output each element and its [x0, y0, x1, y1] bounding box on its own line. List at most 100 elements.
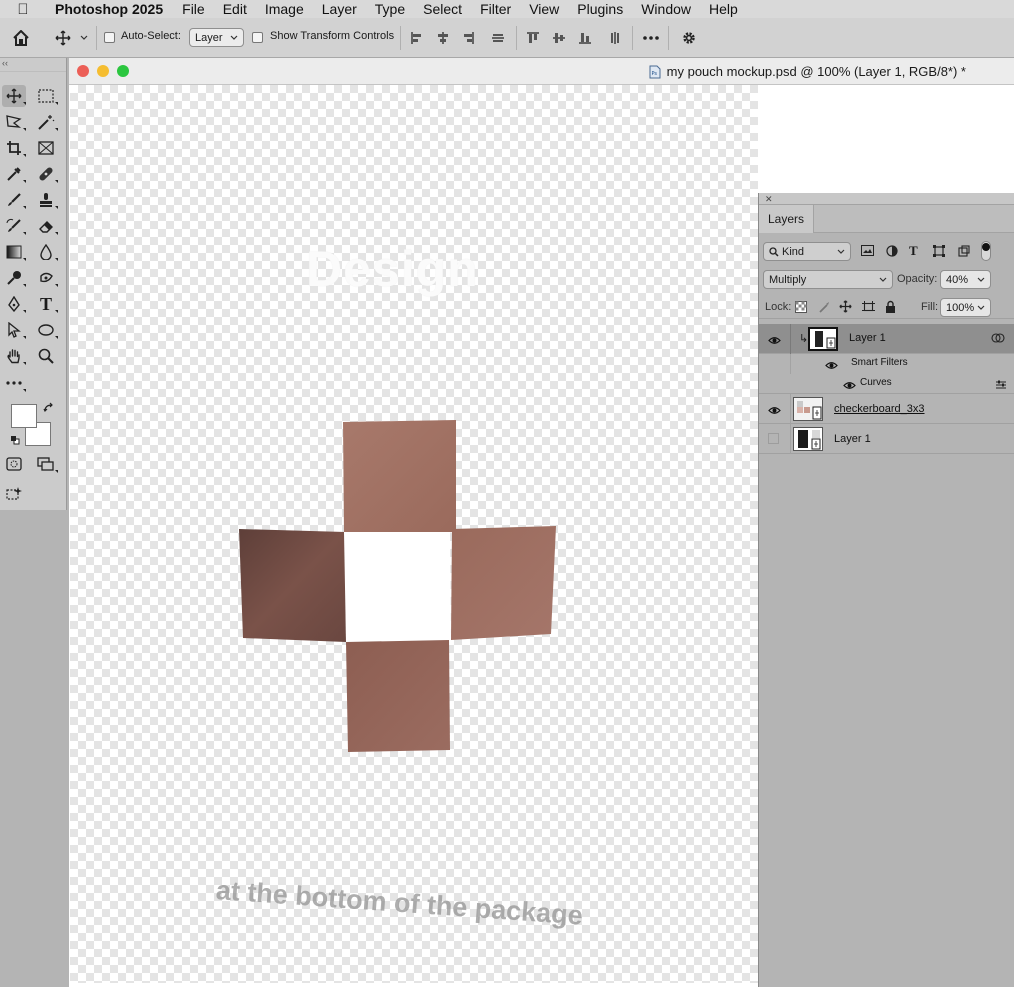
curves-eye-icon[interactable]: [843, 379, 856, 393]
auto-select-dropdown[interactable]: Layer: [189, 28, 244, 47]
lock-all-icon[interactable]: [885, 300, 896, 316]
eyedropper-tool[interactable]: [2, 163, 26, 185]
minimize-window-button[interactable]: [97, 65, 109, 77]
pouch-artwork: [239, 420, 556, 752]
swap-colors-icon[interactable]: [43, 402, 55, 414]
menu-help[interactable]: Help: [700, 0, 747, 18]
edit-toolbar-button[interactable]: [2, 372, 26, 394]
menu-image[interactable]: Image: [256, 0, 313, 18]
quick-mask-button[interactable]: [2, 453, 26, 475]
align-vertical-center-icon[interactable]: [550, 29, 568, 47]
layer-name[interactable]: Layer 1: [849, 332, 886, 344]
filter-shape-icon[interactable]: [933, 245, 945, 260]
menu-select[interactable]: Select: [414, 0, 471, 18]
align-top-icon[interactable]: [524, 29, 542, 47]
zoom-tool[interactable]: [34, 345, 58, 367]
blend-mode-dropdown[interactable]: Multiply: [763, 270, 893, 289]
hand-tool[interactable]: [2, 345, 26, 367]
distribute-icon[interactable]: [489, 29, 507, 47]
smudge-tool[interactable]: [34, 267, 58, 289]
menu-type[interactable]: Type: [366, 0, 414, 18]
visibility-eye-icon[interactable]: [768, 404, 781, 418]
brush-tool[interactable]: [2, 189, 26, 211]
layer-name[interactable]: checkerboard_3x3: [834, 403, 925, 415]
menu-edit[interactable]: Edit: [214, 0, 256, 18]
align-right-icon[interactable]: [459, 29, 477, 47]
filter-blending-options-icon[interactable]: [995, 379, 1007, 393]
lasso-tool[interactable]: [2, 111, 26, 133]
close-panel-icon[interactable]: ✕: [765, 194, 773, 204]
filter-adjustment-icon[interactable]: [886, 245, 898, 260]
history-brush-icon: [6, 218, 21, 232]
lock-pixels-icon[interactable]: [818, 301, 830, 316]
default-colors-icon[interactable]: [10, 434, 20, 445]
show-transform-checkbox[interactable]: [252, 32, 263, 43]
zoom-window-button[interactable]: [117, 65, 129, 77]
lock-artboard-icon[interactable]: [862, 301, 875, 316]
menu-plugins[interactable]: Plugins: [568, 0, 632, 18]
tab-layers[interactable]: Layers: [759, 205, 815, 233]
magic-wand-tool[interactable]: [34, 111, 58, 133]
generative-fill-button[interactable]: [2, 483, 26, 505]
type-tool[interactable]: T: [34, 293, 58, 315]
layer-row[interactable]: ↳ Layer 1: [759, 324, 1014, 354]
healing-brush-tool[interactable]: [34, 163, 58, 185]
blend-mode-row: Multiply Opacity: 40%: [759, 269, 1014, 291]
ellipse-tool[interactable]: [34, 319, 58, 341]
canvas[interactable]: Design at the bottom of the package: [70, 85, 758, 983]
layer-row[interactable]: checkerboard_3x3: [759, 394, 1014, 424]
smart-filters-eye-icon[interactable]: [825, 359, 838, 373]
opacity-field[interactable]: 40%: [940, 270, 991, 289]
visibility-eye-icon[interactable]: [768, 334, 781, 348]
dodge-tool[interactable]: [2, 267, 26, 289]
filter-smart-object-icon[interactable]: [958, 245, 970, 260]
lock-position-icon[interactable]: [839, 300, 852, 316]
move-tool-icon[interactable]: [52, 28, 74, 48]
filter-type-icon[interactable]: T: [909, 243, 918, 259]
home-icon[interactable]: [10, 28, 32, 48]
options-bar: Auto-Select: Layer Show Transform Contro…: [0, 18, 1014, 58]
menu-file[interactable]: File: [173, 0, 214, 18]
distribute-vertical-icon[interactable]: [606, 29, 624, 47]
menu-app-name[interactable]: Photoshop 2025: [46, 0, 173, 18]
gradient-tool[interactable]: [2, 241, 26, 263]
screen-mode-button[interactable]: [34, 453, 58, 475]
layer-name[interactable]: Layer 1: [834, 433, 871, 445]
auto-select-checkbox[interactable]: [104, 32, 115, 43]
filter-toggle-switch[interactable]: [981, 241, 991, 261]
eraser-tool[interactable]: [34, 215, 58, 237]
visibility-toggle-empty[interactable]: [768, 433, 779, 444]
apple-menu-icon[interactable]: : [0, 1, 46, 18]
tool-preset-chevron-icon[interactable]: [78, 32, 90, 44]
history-brush-tool[interactable]: [2, 215, 26, 237]
curves-filter-row[interactable]: Curves: [759, 374, 1014, 394]
blur-tool[interactable]: [34, 241, 58, 263]
pen-tool[interactable]: [2, 293, 26, 315]
tools-panel-grip[interactable]: ‹‹: [0, 58, 66, 72]
path-selection-tool[interactable]: [2, 319, 26, 341]
menu-view[interactable]: View: [520, 0, 568, 18]
layer-row[interactable]: Layer 1: [759, 424, 1014, 454]
pen-icon: [8, 296, 20, 312]
smart-filters-row[interactable]: Smart Filters: [759, 354, 1014, 394]
frame-tool[interactable]: [34, 137, 58, 159]
align-left-icon[interactable]: [408, 29, 426, 47]
ellipse-icon: [38, 324, 54, 336]
crop-tool[interactable]: [2, 137, 26, 159]
filter-pixel-icon[interactable]: [861, 245, 874, 259]
menu-window[interactable]: Window: [632, 0, 700, 18]
foreground-color-swatch[interactable]: [11, 404, 37, 428]
move-tool[interactable]: [2, 85, 26, 107]
fill-field[interactable]: 100%: [940, 298, 991, 317]
align-horizontal-center-icon[interactable]: [434, 29, 452, 47]
filter-kind-dropdown[interactable]: Kind: [763, 242, 851, 261]
more-options-icon[interactable]: [640, 29, 662, 47]
align-bottom-icon[interactable]: [576, 29, 594, 47]
lock-transparent-icon[interactable]: [795, 301, 807, 316]
marquee-tool[interactable]: [34, 85, 58, 107]
close-window-button[interactable]: [77, 65, 89, 77]
gear-icon[interactable]: [679, 28, 699, 48]
menu-layer[interactable]: Layer: [313, 0, 366, 18]
menu-filter[interactable]: Filter: [471, 0, 520, 18]
clone-stamp-tool[interactable]: [34, 189, 58, 211]
